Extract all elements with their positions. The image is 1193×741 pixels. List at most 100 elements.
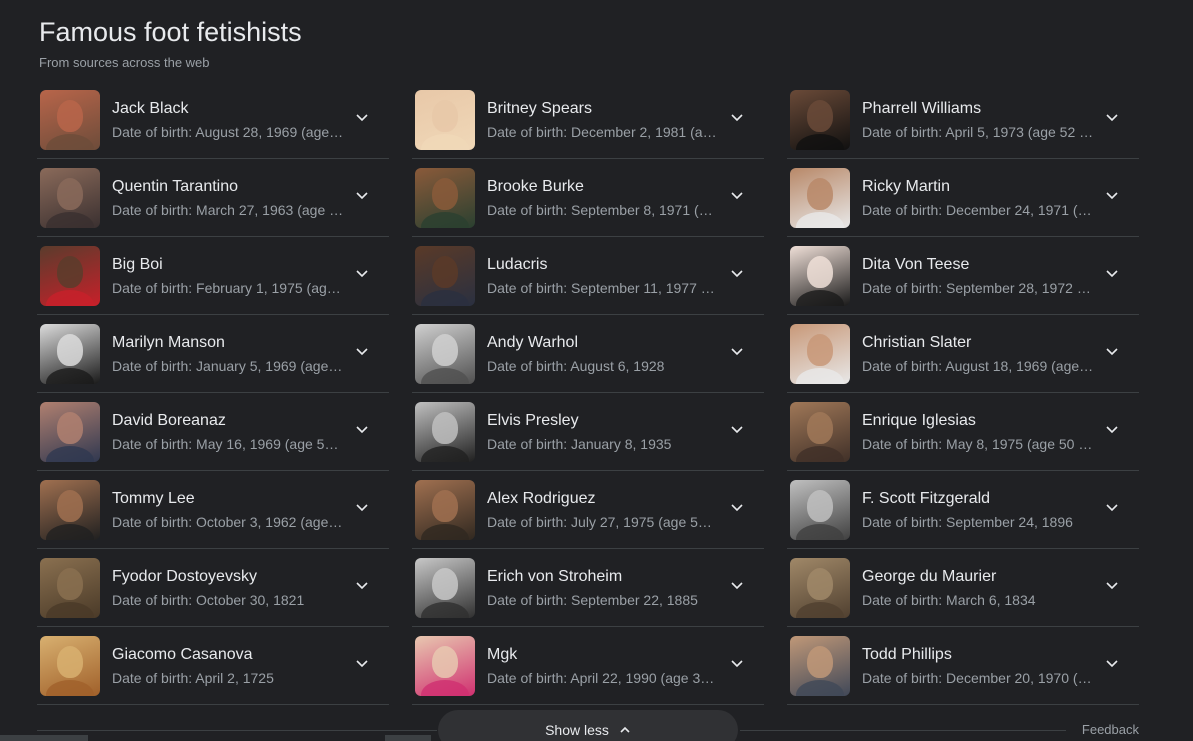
chevron-down-icon[interactable] <box>355 266 369 280</box>
person-item[interactable]: Erich von Stroheim Date of birth: Septemb… <box>412 549 764 627</box>
person-dob: Date of birth: March 27, 1963 (age 62 ye… <box>112 201 344 218</box>
divider <box>37 730 437 731</box>
person-item[interactable]: Andy Warhol Date of birth: August 6, 1928 <box>412 315 764 393</box>
person-item[interactable]: F. Scott Fitzgerald Date of birth: Septem… <box>787 471 1139 549</box>
person-text: David Boreanaz Date of birth: May 16, 196… <box>112 410 344 454</box>
person-item[interactable]: Mgk Date of birth: April 22, 1990 (age 35… <box>412 627 764 705</box>
chevron-down-icon[interactable] <box>1105 188 1119 202</box>
person-item[interactable]: Alex Rodriguez Date of birth: July 27, 19… <box>412 471 764 549</box>
chevron-down-icon[interactable] <box>355 422 369 436</box>
photo-face <box>57 567 83 600</box>
scrollbar-thumb[interactable] <box>385 735 431 741</box>
person-item[interactable]: Jack Black Date of birth: August 28, 1969… <box>37 81 389 159</box>
person-item[interactable]: Giacomo Casanova Date of birth: April 2, … <box>37 627 389 705</box>
person-text: Big Boi Date of birth: February 1, 1975 (… <box>112 254 344 298</box>
person-item[interactable]: Enrique Iglesias Date of birth: May 8, 19… <box>787 393 1139 471</box>
person-text: Andy Warhol Date of birth: August 6, 1928 <box>487 332 719 376</box>
person-text: Enrique Iglesias Date of birth: May 8, 19… <box>862 410 1094 454</box>
person-text: Dita Von Teese Date of birth: September 2… <box>862 254 1094 298</box>
person-dob: Date of birth: July 27, 1975 (age 50 yea… <box>487 513 719 530</box>
chevron-down-icon[interactable] <box>730 188 744 202</box>
person-text: Erich von Stroheim Date of birth: Septemb… <box>487 566 719 610</box>
chevron-down-icon[interactable] <box>730 110 744 124</box>
person-photo <box>790 557 850 618</box>
person-item[interactable]: Elvis Presley Date of birth: January 8, 1… <box>412 393 764 471</box>
photo-body <box>796 367 844 384</box>
chevron-down-icon[interactable] <box>355 110 369 124</box>
person-item[interactable]: Ricky Martin Date of birth: December 24, … <box>787 159 1139 237</box>
photo-body <box>796 679 844 696</box>
chevron-down-icon[interactable] <box>1105 422 1119 436</box>
people-column: Pharrell Williams Date of birth: April 5,… <box>787 81 1139 705</box>
person-text: Todd Phillips Date of birth: December 20,… <box>862 644 1094 688</box>
chevron-down-icon[interactable] <box>355 344 369 358</box>
chevron-down-icon[interactable] <box>355 578 369 592</box>
photo-face <box>57 177 83 210</box>
chevron-down-icon[interactable] <box>1105 344 1119 358</box>
chevron-down-icon[interactable] <box>355 188 369 202</box>
person-item[interactable]: Quentin Tarantino Date of birth: March 27… <box>37 159 389 237</box>
person-item[interactable]: Pharrell Williams Date of birth: April 5,… <box>787 81 1139 159</box>
photo-face <box>432 99 458 132</box>
person-item[interactable]: Todd Phillips Date of birth: December 20,… <box>787 627 1139 705</box>
person-dob: Date of birth: September 22, 1885 <box>487 591 698 608</box>
person-item[interactable]: Britney Spears Date of birth: December 2,… <box>412 81 764 159</box>
photo-body <box>46 445 94 462</box>
person-photo <box>415 401 475 462</box>
chevron-down-icon[interactable] <box>355 656 369 670</box>
chevron-down-icon[interactable] <box>730 266 744 280</box>
chevron-down-icon[interactable] <box>730 500 744 514</box>
chevron-down-icon[interactable] <box>1105 578 1119 592</box>
photo-face <box>807 255 833 288</box>
person-photo <box>415 635 475 696</box>
person-dob: Date of birth: September 24, 1896 <box>862 513 1073 530</box>
photo-face <box>432 645 458 678</box>
person-item[interactable]: Brooke Burke Date of birth: September 8, … <box>412 159 764 237</box>
person-dob: Date of birth: May 8, 1975 (age 50 years… <box>862 435 1094 452</box>
chevron-down-icon[interactable] <box>730 422 744 436</box>
person-dob: Date of birth: December 24, 1971 (age 53… <box>862 201 1094 218</box>
person-name: Christian Slater <box>862 333 972 351</box>
chevron-down-icon[interactable] <box>1105 110 1119 124</box>
person-item[interactable]: Dita Von Teese Date of birth: September 2… <box>787 237 1139 315</box>
chevron-down-icon[interactable] <box>1105 266 1119 280</box>
chevron-down-icon[interactable] <box>355 500 369 514</box>
person-name: Erich von Stroheim <box>487 567 623 585</box>
person-name: Dita Von Teese <box>862 255 970 273</box>
person-photo <box>415 479 475 540</box>
photo-body <box>421 133 469 150</box>
scrollbar-thumb[interactable] <box>0 735 88 741</box>
photo-body <box>796 211 844 228</box>
person-dob: Date of birth: March 6, 1834 <box>862 591 1036 608</box>
horizontal-scrollbar[interactable] <box>0 735 1193 741</box>
person-name: Big Boi <box>112 255 163 273</box>
person-text: Christian Slater Date of birth: August 18… <box>862 332 1094 376</box>
person-item[interactable]: Marilyn Manson Date of birth: January 5, … <box>37 315 389 393</box>
person-item[interactable]: Ludacris Date of birth: September 11, 197… <box>412 237 764 315</box>
person-name: Brooke Burke <box>487 177 584 195</box>
photo-body <box>796 523 844 540</box>
photo-face <box>807 333 833 366</box>
chevron-down-icon[interactable] <box>1105 500 1119 514</box>
divider <box>740 730 1066 731</box>
person-photo <box>415 245 475 306</box>
person-item[interactable]: Big Boi Date of birth: February 1, 1975 (… <box>37 237 389 315</box>
person-photo <box>415 323 475 384</box>
page-title: Famous foot fetishists <box>39 17 302 47</box>
person-item[interactable]: Tommy Lee Date of birth: October 3, 1962 … <box>37 471 389 549</box>
person-photo <box>40 557 100 618</box>
person-dob: Date of birth: December 2, 1981 (age 43 … <box>487 123 719 140</box>
person-dob: Date of birth: January 8, 1935 <box>487 435 672 452</box>
person-photo <box>415 89 475 150</box>
chevron-down-icon[interactable] <box>1105 656 1119 670</box>
person-text: Giacomo Casanova Date of birth: April 2, … <box>112 644 344 688</box>
person-name: George du Maurier <box>862 567 997 585</box>
chevron-down-icon[interactable] <box>730 578 744 592</box>
person-dob: Date of birth: April 22, 1990 (age 35 ye… <box>487 669 719 686</box>
chevron-down-icon[interactable] <box>730 344 744 358</box>
person-item[interactable]: Fyodor Dostoyevsky Date of birth: October… <box>37 549 389 627</box>
person-item[interactable]: George du Maurier Date of birth: March 6,… <box>787 549 1139 627</box>
person-item[interactable]: David Boreanaz Date of birth: May 16, 196… <box>37 393 389 471</box>
chevron-down-icon[interactable] <box>730 656 744 670</box>
person-item[interactable]: Christian Slater Date of birth: August 18… <box>787 315 1139 393</box>
